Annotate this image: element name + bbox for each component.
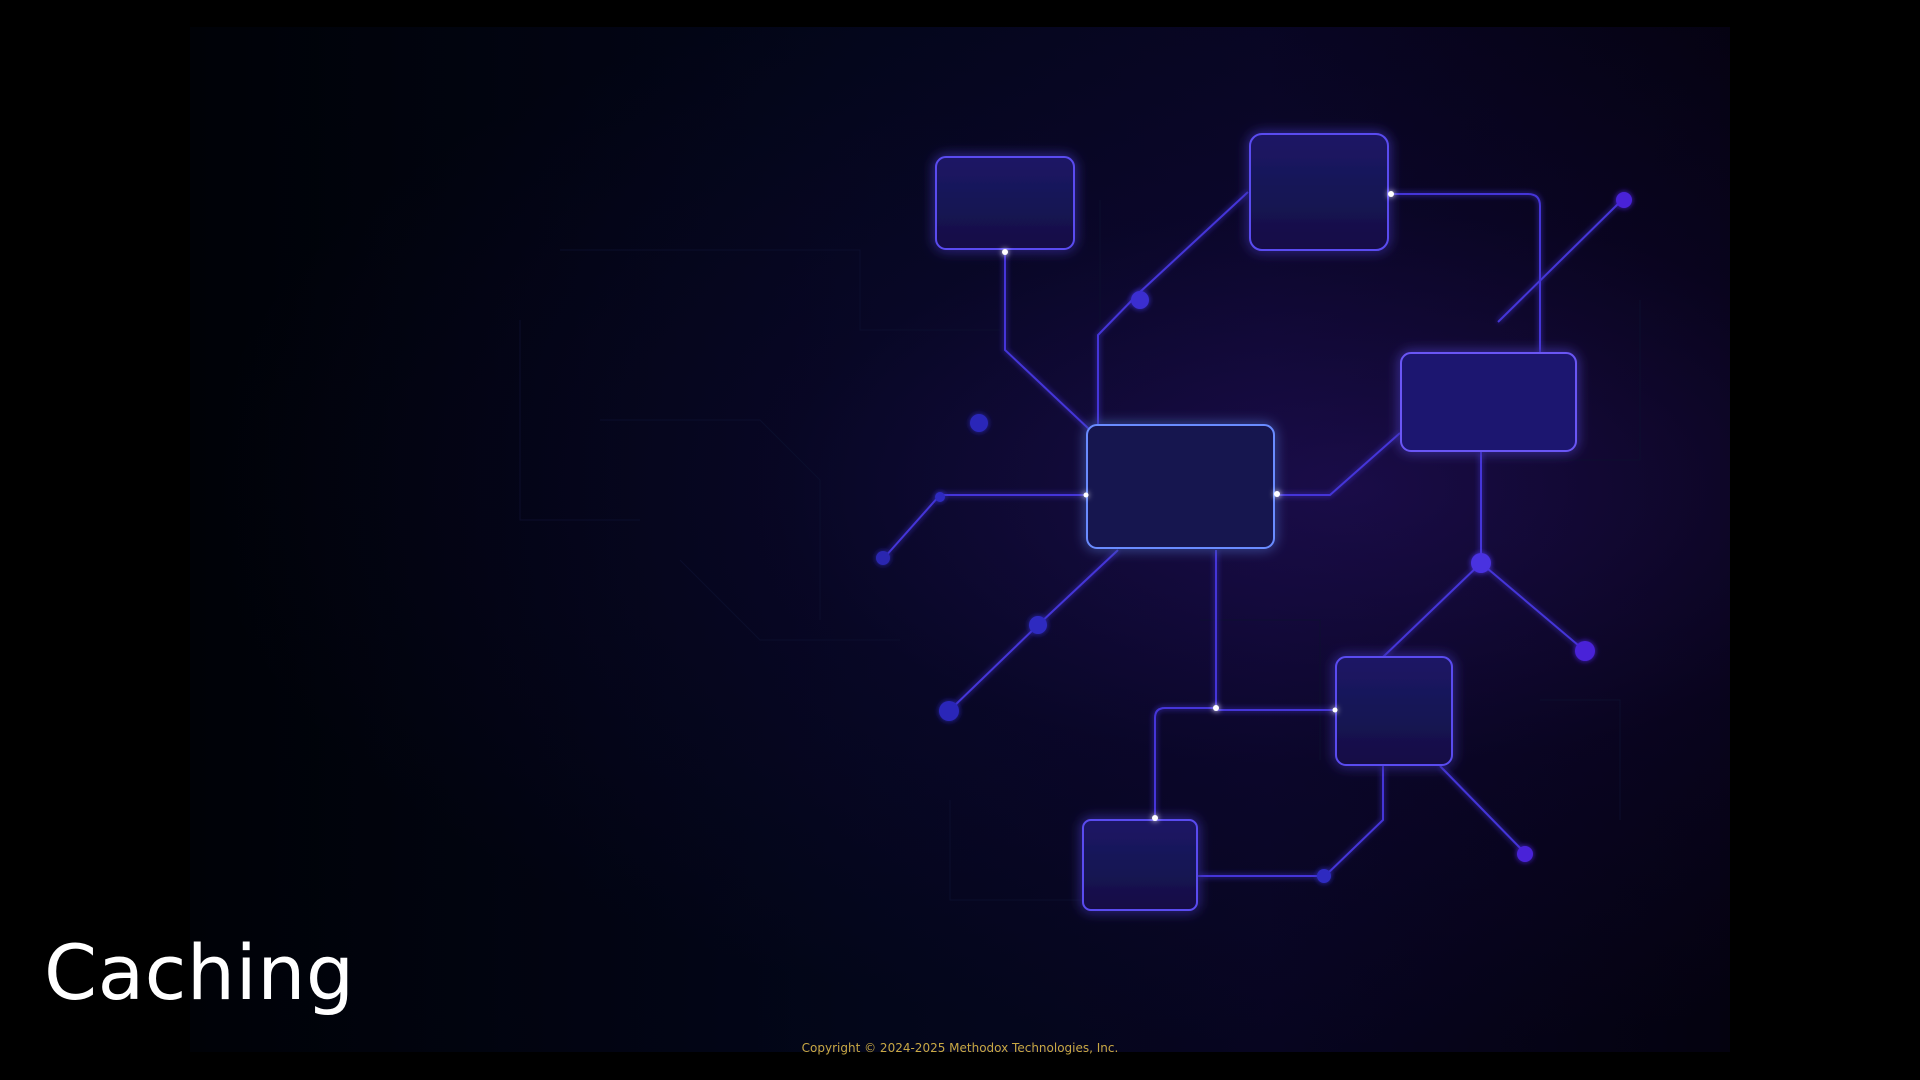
connection-line [1097,191,1249,425]
connection-line [1381,562,1482,659]
network-dot [1131,291,1149,309]
network-dot [1616,192,1632,208]
network-node [935,156,1075,250]
network-dot [1517,846,1533,862]
spark [1332,707,1338,713]
network-node [1086,424,1275,549]
network-dot [876,551,890,565]
connection-line [1439,765,1526,854]
connection-line [1004,250,1091,431]
spark [1274,491,1280,497]
network-node [1400,352,1577,452]
circuit-grid [519,200,1641,901]
connection-line [1480,562,1586,652]
network-node [1335,656,1453,766]
spark [1002,249,1008,255]
slide-title: Caching [44,928,355,1017]
network-node [1082,819,1198,911]
connection-line [1497,199,1623,323]
spark [1213,705,1219,711]
connection-line [1154,550,1217,815]
network-dot [1575,641,1595,661]
copyright-notice: Copyright © 2024-2025 Methodox Technolog… [801,1041,1119,1055]
network-dot [1471,553,1491,573]
network-dot [939,701,959,721]
slide: Caching Copyright © 2024-2025 Methodox T… [0,0,1920,1080]
connection-line [883,494,1086,559]
network-dot [1029,616,1047,634]
network-dot [935,492,945,502]
connection-line [1276,432,1401,496]
network-node [1249,133,1389,251]
spark [1152,815,1158,821]
network-dot [970,414,988,432]
spark [1083,492,1089,498]
connection-line [1392,193,1541,355]
network-illustration [519,133,1641,911]
connection-line [1198,766,1384,877]
network-dot [1317,869,1331,883]
spark [1388,191,1394,197]
